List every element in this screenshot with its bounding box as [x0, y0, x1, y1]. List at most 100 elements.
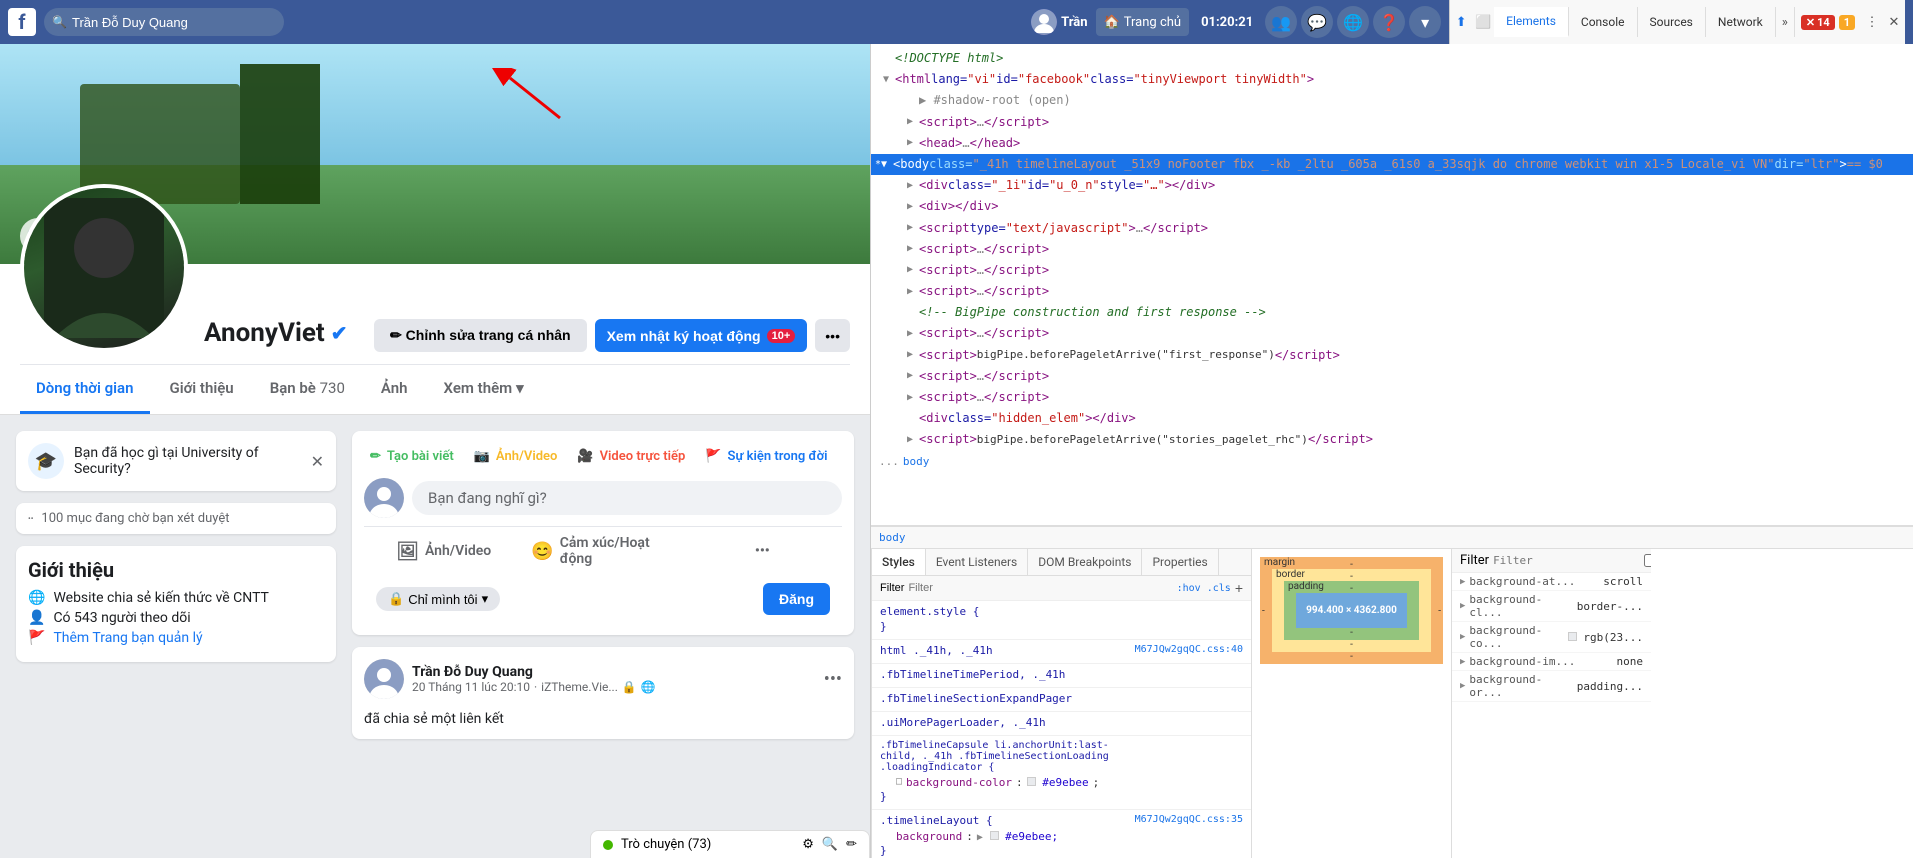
- dom-line-script2[interactable]: <script> … </script>: [871, 239, 1913, 260]
- computed-filter-input[interactable]: [1493, 554, 1640, 567]
- dom-line-script6[interactable]: <script> … </script>: [871, 366, 1913, 387]
- dom-script7-tri[interactable]: [907, 390, 919, 406]
- dom-line-script-bigpipe1[interactable]: <script> bigPipe.beforePageletArrive("fi…: [871, 345, 1913, 366]
- dom-script4-tri[interactable]: [907, 284, 919, 300]
- notification-close-btn[interactable]: ✕: [311, 452, 324, 471]
- messenger-icon[interactable]: 💬: [1301, 6, 1333, 38]
- expand-icon-5[interactable]: ▶: [1460, 681, 1465, 691]
- nav-timeline[interactable]: Dòng thời gian: [20, 365, 150, 414]
- file-html41h[interactable]: M67JQw2gqQC.css:40: [1135, 644, 1243, 659]
- dom-line-script4[interactable]: <script> … </script>: [871, 281, 1913, 302]
- dom-bigpipe1-tri[interactable]: [907, 347, 919, 363]
- dom-line-doctype[interactable]: <!DOCTYPE html>: [871, 48, 1913, 69]
- nav-avatar[interactable]: [1031, 9, 1057, 35]
- dom-script3-tri[interactable]: [907, 262, 919, 278]
- nav-home-btn[interactable]: 🏠 Trang chủ: [1096, 8, 1190, 36]
- dom-div2-triangle[interactable]: [907, 199, 919, 215]
- color-swatch-e9ebee[interactable]: [1027, 777, 1036, 786]
- post-submit-btn[interactable]: Đăng: [763, 583, 830, 615]
- devtools-tab-network[interactable]: Network: [1706, 7, 1776, 37]
- chat-bar[interactable]: Trò chuyện (73) ⚙ 🔍 ✏: [590, 830, 870, 858]
- chat-settings-icon[interactable]: ⚙: [802, 837, 814, 852]
- search-input[interactable]: [44, 8, 284, 36]
- add-style-btn[interactable]: +: [1235, 580, 1243, 596]
- color-swatch-bg[interactable]: [990, 831, 999, 840]
- post-username[interactable]: Trần Đỗ Duy Quang: [412, 664, 816, 680]
- computed-prop-bg-origin[interactable]: ▶ background-or... padding...: [1452, 671, 1651, 702]
- file-timelinelayout[interactable]: M67JQw2gqQC.css:35: [1135, 814, 1243, 829]
- breadcrumb-body[interactable]: body: [879, 531, 906, 544]
- dom-head-triangle[interactable]: [907, 135, 919, 151]
- expand-icon-2[interactable]: ▶: [1460, 601, 1465, 611]
- friend-requests-icon[interactable]: 👥: [1265, 6, 1297, 38]
- event-btn[interactable]: 🚩 Sự kiện trong đời: [699, 443, 833, 470]
- nav-username[interactable]: Trần: [1061, 15, 1087, 30]
- devtools-more-tabs[interactable]: »: [1776, 7, 1795, 37]
- dom-line-script7[interactable]: <script> … </script>: [871, 387, 1913, 408]
- dom-script1-triangle[interactable]: [907, 114, 919, 130]
- nav-more[interactable]: Xem thêm ▾: [428, 365, 540, 414]
- tab-styles[interactable]: Styles: [872, 549, 926, 575]
- dom-body-triangle[interactable]: [881, 157, 893, 173]
- dom-line-script-js[interactable]: <script type="text/javascript" > … </scr…: [871, 218, 1913, 239]
- post-photo-btn[interactable]: 🖼 Ảnh/Video: [364, 527, 523, 575]
- computed-prop-bg-attachment[interactable]: ▶ background-at... scroll: [1452, 573, 1651, 591]
- dropdown-icon[interactable]: ▾: [1409, 6, 1441, 38]
- dom-line-div2[interactable]: <div></div>: [871, 196, 1913, 217]
- expand-icon-3[interactable]: ▶: [1460, 632, 1465, 642]
- globe-icon[interactable]: 🌐: [1337, 6, 1369, 38]
- dom-line-script-stories[interactable]: <script> bigPipe.beforePageletArrive("st…: [871, 429, 1913, 450]
- intro-link-text[interactable]: Thêm Trang bạn quản lý: [53, 630, 202, 646]
- dom-script5-tri[interactable]: [907, 326, 919, 342]
- chat-compose-icon[interactable]: ✏: [846, 837, 857, 852]
- nav-friends[interactable]: Bạn bè 730: [254, 365, 361, 414]
- chat-search-icon[interactable]: 🔍: [822, 837, 838, 852]
- dom-script2-tri[interactable]: [907, 241, 919, 257]
- post-emotion-btn[interactable]: 😊 Cảm xúc/Hoạt động: [523, 527, 682, 575]
- devtools-responsive-icon[interactable]: ⬜: [1472, 11, 1494, 33]
- devtools-tab-elements[interactable]: Elements: [1494, 7, 1569, 37]
- expand-icon-4[interactable]: ▶: [1460, 657, 1465, 667]
- nav-about[interactable]: Giới thiệu: [154, 365, 250, 414]
- style-filter-input[interactable]: [908, 582, 1172, 594]
- intro-link-item[interactable]: 🚩 Thêm Trang bạn quản lý: [28, 630, 324, 646]
- tab-event-listeners[interactable]: Event Listeners: [926, 549, 1028, 575]
- computed-prop-bg-color[interactable]: ▶ background-co... rgb(23...: [1452, 622, 1651, 653]
- dom-line-shadow[interactable]: ▶ #shadow-root (open): [871, 90, 1913, 111]
- dom-script6-tri[interactable]: [907, 368, 919, 384]
- dom-html-triangle[interactable]: [883, 72, 895, 88]
- computed-prop-bg-clip[interactable]: ▶ background-cl... border-...: [1452, 591, 1651, 622]
- devtools-cursor-icon[interactable]: ⬆: [1450, 11, 1472, 33]
- activity-btn[interactable]: Xem nhật ký hoạt động 10+: [595, 319, 808, 352]
- dom-line-script3[interactable]: <script> … </script>: [871, 260, 1913, 281]
- live-video-btn[interactable]: 🎥 Video trực tiếp: [571, 443, 691, 470]
- photo-video-btn[interactable]: 📷 Ảnh/Video: [468, 443, 564, 470]
- tab-properties[interactable]: Properties: [1142, 549, 1218, 575]
- dom-line-script5[interactable]: <script> … </script>: [871, 323, 1913, 344]
- post-more-btn[interactable]: •••: [824, 669, 842, 690]
- computed-color-swatch-3[interactable]: [1568, 632, 1577, 641]
- dom-line-div1[interactable]: <div class="_1i" id="u_0_n" style="…" ><…: [871, 175, 1913, 196]
- create-post-btn[interactable]: ✏ Tạo bài viết: [364, 443, 460, 470]
- computed-prop-bg-image[interactable]: ▶ background-im... none: [1452, 653, 1651, 671]
- post-input[interactable]: Bạn đang nghĩ gì?: [412, 481, 842, 515]
- devtools-tab-sources[interactable]: Sources: [1638, 7, 1706, 37]
- dom-line-head[interactable]: <head> … </head>: [871, 133, 1913, 154]
- dom-line-comment-bigpipe[interactable]: <!-- BigPipe construction and first resp…: [871, 302, 1913, 323]
- dom-line-body[interactable]: * <body class="_41h timelineLayout _51x9…: [871, 154, 1913, 175]
- dom-line-html[interactable]: <html lang="vi" id="facebook" class="tin…: [871, 69, 1913, 90]
- more-actions-btn[interactable]: •••: [815, 319, 850, 352]
- devtools-close-icon[interactable]: ✕: [1883, 11, 1905, 33]
- tab-dom-breakpoints[interactable]: DOM Breakpoints: [1028, 549, 1142, 575]
- dom-div1-triangle[interactable]: [907, 178, 919, 194]
- hov-cls-btn[interactable]: :hov .cls: [1177, 583, 1231, 594]
- dom-stories-tri[interactable]: [907, 432, 919, 448]
- dom-body-breadcrumb[interactable]: body: [903, 453, 930, 471]
- show-all-checkbox[interactable]: [1644, 554, 1651, 567]
- nav-photos[interactable]: Ảnh: [365, 365, 424, 414]
- help-icon[interactable]: ❓: [1373, 6, 1405, 38]
- expand-icon-1[interactable]: ▶: [1460, 577, 1465, 587]
- show-all-btn[interactable]: Show all: [1644, 554, 1651, 567]
- dom-line-script1[interactable]: <script> … </script>: [871, 112, 1913, 133]
- post-more-btn[interactable]: •••: [683, 527, 842, 575]
